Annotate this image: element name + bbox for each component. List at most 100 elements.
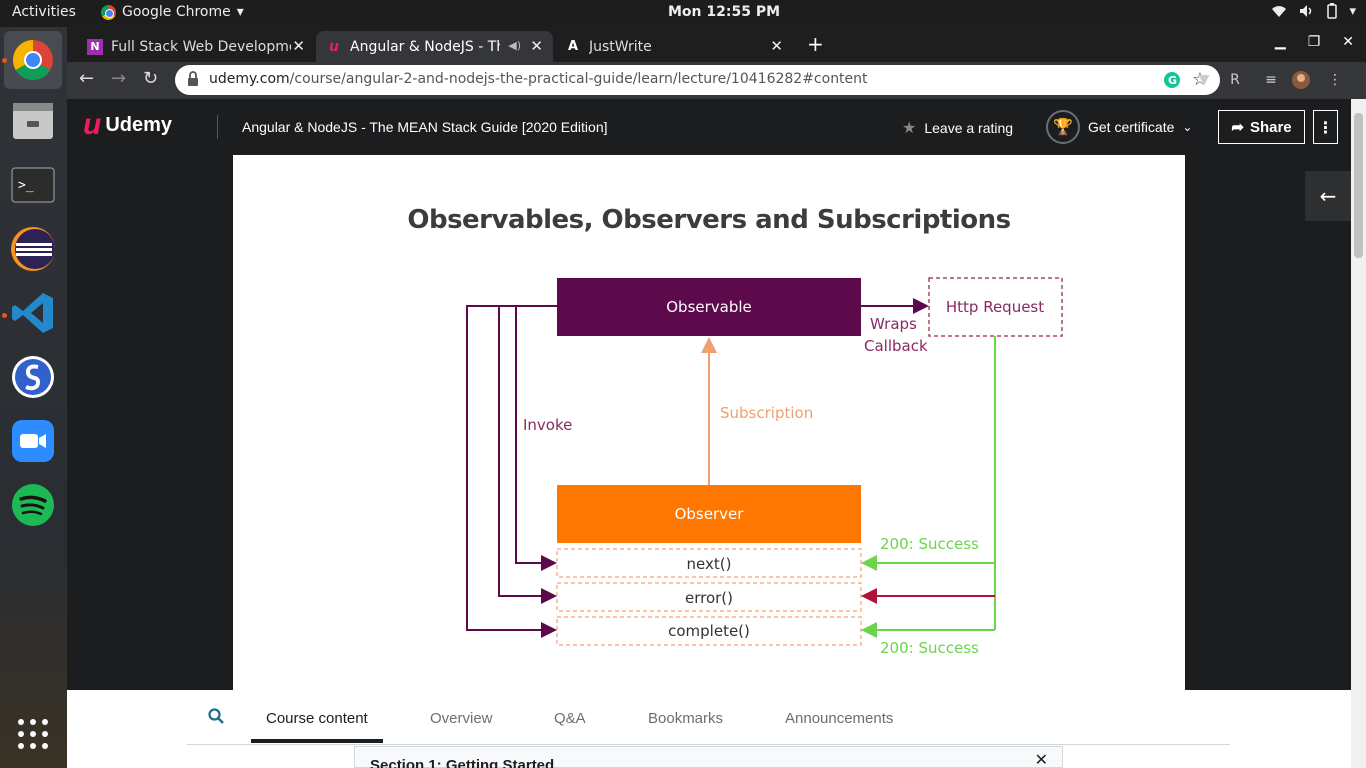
- section-header[interactable]: Section 1: Getting Started ✕: [354, 746, 1063, 768]
- dock-files[interactable]: [9, 97, 57, 145]
- invoke-line-error: [498, 306, 557, 604]
- close-window-icon[interactable]: ✕: [1342, 34, 1354, 50]
- scrollbar-thumb[interactable]: [1354, 113, 1363, 258]
- show-applications-button[interactable]: [9, 710, 57, 758]
- tab-bookmarks[interactable]: Bookmarks: [648, 710, 723, 727]
- url-path: /course/angular-2-and-nodejs-the-practic…: [289, 71, 868, 87]
- power-menu-chevron-icon: ▾: [1349, 3, 1356, 19]
- course-title[interactable]: Angular & NodeJS - The MEAN Stack Guide …: [242, 119, 608, 135]
- vue-extension-icon[interactable]: ▼: [1194, 70, 1214, 90]
- more-options-button[interactable]: ⋮: [1313, 110, 1338, 144]
- browser-toolbar: ← → ↻ udemy.com/course/angular-2-and-nod…: [67, 62, 1366, 99]
- success-label-top: 200: Success: [880, 535, 979, 553]
- tab-overview[interactable]: Overview: [430, 710, 493, 727]
- terminal-icon: >_: [11, 167, 55, 203]
- forward-icon[interactable]: →: [111, 68, 126, 89]
- svg-text:G: G: [1168, 74, 1177, 87]
- dock-vscode[interactable]: [9, 289, 57, 337]
- system-tray[interactable]: ▾: [1271, 3, 1356, 19]
- share-label: Share: [1249, 118, 1292, 136]
- observable-diagram: Observable Http Request Wraps Callback S…: [466, 277, 1063, 657]
- back-icon[interactable]: ←: [79, 68, 94, 89]
- invoke-line-next: [515, 306, 557, 571]
- minimize-icon[interactable]: ▁: [1275, 34, 1286, 50]
- vscode-icon: [12, 293, 53, 333]
- zoom-icon: [12, 420, 54, 462]
- wifi-icon: [1272, 6, 1287, 17]
- tab-qa[interactable]: Q&A: [554, 710, 586, 727]
- dock-simplenote[interactable]: [9, 353, 57, 401]
- page-scrollbar[interactable]: [1351, 99, 1366, 768]
- lecture-tabs-area: Course content Overview Q&A Bookmarks An…: [67, 690, 1351, 768]
- tab-title: Full Stack Web Developme: [111, 38, 291, 55]
- chrome-menu-icon[interactable]: ⋮: [1325, 70, 1345, 90]
- share-button[interactable]: ➦ Share: [1218, 110, 1305, 144]
- observable-label: Observable: [666, 298, 752, 316]
- search-icon[interactable]: [208, 708, 224, 724]
- grammarly-icon[interactable]: G: [1162, 70, 1182, 90]
- invoke-line-complete: [466, 305, 557, 638]
- observer-label: Observer: [675, 505, 745, 523]
- window-controls: ▁ ❐ ✕: [1275, 34, 1354, 50]
- close-tab-icon[interactable]: ✕: [770, 37, 783, 55]
- tab-full-stack[interactable]: N Full Stack Web Developme ✕: [77, 31, 315, 62]
- browser-tab-strip: N Full Stack Web Developme ✕ u Angular &…: [67, 27, 1366, 62]
- chrome-icon: [101, 4, 116, 20]
- udemy-logo-text: Udemy: [105, 113, 173, 136]
- section-title: Section 1: Getting Started: [370, 757, 555, 768]
- close-tab-icon[interactable]: ✕: [530, 37, 543, 55]
- address-bar[interactable]: udemy.com/course/angular-2-and-nodejs-th…: [175, 65, 1220, 95]
- tab-course-content[interactable]: Course content: [266, 710, 368, 727]
- dock-chrome[interactable]: [4, 31, 62, 89]
- media-control-icon[interactable]: ≡: [1261, 70, 1281, 90]
- restore-icon[interactable]: ❐: [1308, 34, 1321, 50]
- eclipse-icon: [11, 227, 55, 271]
- success-label-bottom: 200: Success: [880, 639, 979, 657]
- extension-r-icon[interactable]: R: [1225, 70, 1245, 90]
- callback-label: Callback: [864, 337, 928, 355]
- new-tab-icon[interactable]: +: [807, 32, 824, 56]
- lock-icon: [188, 71, 198, 86]
- close-icon[interactable]: ✕: [1035, 750, 1048, 768]
- dock-zoom[interactable]: [9, 417, 57, 465]
- udemy-header: u Udemy Angular & NodeJS - The MEAN Stac…: [67, 99, 1351, 155]
- star-icon: ★: [902, 120, 917, 137]
- clock[interactable]: Mon 12:55 PM: [668, 4, 780, 20]
- dock-eclipse[interactable]: [9, 225, 57, 273]
- tab-audio-icon[interactable]: ◀): [508, 39, 521, 52]
- chevron-down-icon: ▾: [236, 4, 244, 20]
- tab-justwrite[interactable]: A JustWrite ✕: [555, 31, 793, 62]
- http-request-label: Http Request: [946, 298, 1044, 316]
- running-indicator: [2, 58, 7, 63]
- tab-announcements[interactable]: Announcements: [785, 710, 893, 727]
- leave-rating-button[interactable]: ★ Leave a rating: [902, 118, 1013, 138]
- next-label: next(): [687, 555, 732, 573]
- volume-icon: [1300, 5, 1312, 17]
- complete-label: complete(): [668, 622, 750, 640]
- tab-angular-nodejs[interactable]: u Angular & NodeJS - Th ◀) ✕: [316, 31, 553, 62]
- udemy-favicon-icon: u: [329, 38, 339, 55]
- lecture-slide: Observables, Observers and Subscriptions…: [233, 155, 1185, 690]
- files-icon: [13, 103, 53, 139]
- onenote-favicon-icon: N: [87, 38, 103, 55]
- simplenote-icon: [12, 356, 54, 398]
- reload-icon[interactable]: ↻: [143, 68, 158, 89]
- dock-terminal[interactable]: >_: [9, 161, 57, 209]
- tab-title: JustWrite: [589, 38, 652, 55]
- activities-button[interactable]: Activities: [12, 4, 76, 20]
- app-menu[interactable]: Google Chrome ▾: [101, 4, 244, 20]
- header-divider: [217, 115, 218, 139]
- chevron-down-icon: ⌄: [1182, 120, 1193, 134]
- get-certificate-button[interactable]: 🏆 Get certificate ⌄: [1046, 110, 1192, 144]
- profile-avatar-icon[interactable]: [1291, 70, 1311, 90]
- app-grid-icon: [18, 719, 48, 749]
- udemy-logo[interactable]: u Udemy: [83, 110, 172, 140]
- video-player[interactable]: Observables, Observers and Subscriptions…: [67, 155, 1351, 690]
- spotify-icon: [12, 484, 54, 526]
- close-tab-icon[interactable]: ✕: [292, 37, 305, 55]
- sidebar-toggle-button[interactable]: ←: [1305, 171, 1351, 221]
- url-text: udemy.com/course/angular-2-and-nodejs-th…: [209, 71, 868, 87]
- wraps-label: Wraps: [870, 315, 917, 333]
- dock-spotify[interactable]: [9, 481, 57, 529]
- share-icon: ➦: [1231, 119, 1244, 136]
